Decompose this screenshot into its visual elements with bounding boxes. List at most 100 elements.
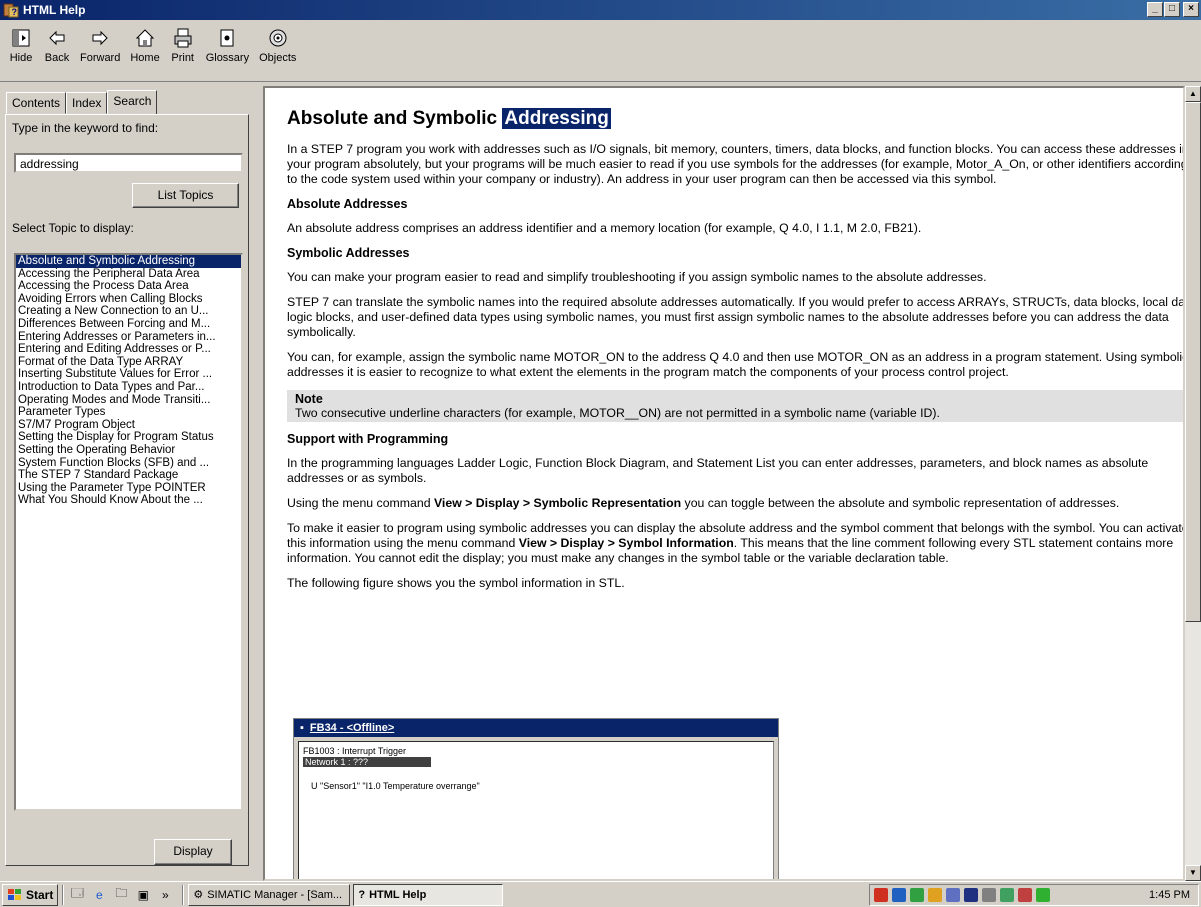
topic-item[interactable]: Entering and Editing Addresses or P...: [16, 343, 241, 356]
task-html-help[interactable]: ? HTML Help: [353, 883, 504, 906]
support-paragraph-1: In the programming languages Ladder Logi…: [287, 456, 1149, 485]
topic-item[interactable]: Using the Parameter Type POINTER: [16, 482, 241, 495]
support-paragraph-2: Using the menu command View > Display > …: [287, 496, 1183, 511]
minimize-button[interactable]: _: [1147, 2, 1163, 17]
menu-command: View > Display > Symbolic Representation: [433, 496, 682, 510]
figure-block: FB1003 : Interrupt Trigger: [303, 746, 407, 756]
back-arrow-icon: [44, 24, 70, 52]
symbolic-paragraph-2: STEP 7 can translate the symbolic names …: [287, 295, 1185, 339]
list-topics-button[interactable]: List Topics: [132, 183, 239, 208]
menu-command: View > Display > Symbol Information: [518, 536, 734, 550]
nav-tabs: Contents Index Search: [6, 90, 158, 114]
svg-text:?: ?: [12, 7, 18, 17]
tray-safe-remove-icon[interactable]: [1036, 888, 1050, 902]
figure-intro: The following figure shows you the symbo…: [287, 576, 625, 590]
browser-icon[interactable]: e: [90, 886, 108, 904]
scroll-thumb[interactable]: [1185, 102, 1201, 622]
printer-icon: [170, 24, 196, 52]
toolbar: Hide Back Forward Home Print Glossary Ob…: [0, 20, 1201, 82]
print-button[interactable]: Print: [170, 24, 196, 64]
help-book-icon: ?: [358, 888, 366, 901]
home-button[interactable]: Home: [130, 24, 160, 64]
figure-window-icon: ▪: [300, 722, 304, 734]
scroll-up-button[interactable]: ▲: [1185, 86, 1201, 102]
window-controls: _ □ ×: [1147, 2, 1199, 17]
navigation-pane: Contents Index Search Type in the keywor…: [0, 86, 257, 881]
explorer-icon[interactable]: 🗀: [112, 886, 130, 904]
topic-item[interactable]: What You Should Know About the ...: [16, 494, 241, 507]
back-button[interactable]: Back: [44, 24, 70, 64]
support-text: Using the menu command: [287, 496, 434, 510]
topic-item[interactable]: Setting the Display for Program Status: [16, 431, 241, 444]
glossary-button[interactable]: Glossary: [206, 24, 249, 64]
absolute-heading: Absolute Addresses: [287, 197, 408, 211]
topic-item[interactable]: Differences Between Forcing and M...: [16, 318, 241, 331]
task-simatic-manager[interactable]: ⚙ SIMATIC Manager - [Sam...: [188, 883, 351, 906]
back-label: Back: [44, 52, 70, 64]
system-tray: 1:45 PM: [869, 884, 1199, 906]
objects-label: Objects: [259, 52, 297, 64]
topic-item[interactable]: Format of the Data Type ARRAY: [16, 356, 241, 369]
tray-network-icon[interactable]: [892, 888, 906, 902]
topic-item[interactable]: Parameter Types: [16, 406, 241, 419]
tab-contents[interactable]: Contents: [6, 92, 67, 114]
topic-item[interactable]: Inserting Substitute Values for Error ..…: [16, 368, 241, 381]
scroll-down-button[interactable]: ▼: [1185, 865, 1201, 881]
tab-search[interactable]: Search: [107, 90, 158, 114]
taskbar-divider: [62, 884, 65, 905]
tray-volume-icon[interactable]: [982, 888, 996, 902]
tray-antivirus-icon[interactable]: [874, 888, 888, 902]
support-text: you can toggle between the absolute and …: [681, 496, 1120, 510]
objects-button[interactable]: Objects: [259, 24, 296, 64]
keyword-input[interactable]: addressing: [14, 153, 243, 173]
tray-device-icon[interactable]: [1000, 888, 1014, 902]
tray-app-icon[interactable]: [928, 888, 942, 902]
quicklaunch-more-button[interactable]: »: [156, 886, 174, 904]
symbolic-paragraph-3: You can, for example, assign the symboli…: [287, 350, 1185, 379]
forward-button[interactable]: Forward: [80, 24, 120, 64]
forward-label: Forward: [80, 52, 121, 64]
topic-item[interactable]: Operating Modes and Mode Transiti...: [16, 394, 241, 407]
show-desktop-icon[interactable]: 🗔: [68, 886, 86, 904]
glossary-label: Glossary: [205, 52, 250, 64]
symbolic-paragraph-1: You can make your program easier to read…: [287, 270, 987, 284]
glossary-icon: [214, 24, 240, 52]
search-panel: Type in the keyword to find: addressing …: [5, 114, 249, 866]
topic-item[interactable]: Absolute and Symbolic Addressing: [16, 255, 241, 268]
topic-item[interactable]: Setting the Operating Behavior: [16, 444, 241, 457]
taskbar-divider: [182, 884, 185, 905]
topic-list[interactable]: Absolute and Symbolic Addressing Accessi…: [14, 253, 243, 811]
topic-content: Absolute and Symbolic Addressing In a ST…: [263, 86, 1185, 881]
topic-item[interactable]: Accessing the Peripheral Data Area: [16, 268, 241, 281]
topic-item[interactable]: Accessing the Process Data Area: [16, 280, 241, 293]
tray-update-icon[interactable]: [910, 888, 924, 902]
help-book-icon: ?: [3, 3, 19, 18]
topic-item[interactable]: System Function Blocks (SFB) and ...: [16, 457, 241, 470]
hide-button[interactable]: Hide: [8, 24, 34, 64]
figure-network: Network 1 : ???: [303, 757, 431, 767]
start-button[interactable]: Start: [2, 883, 59, 906]
display-button[interactable]: Display: [154, 839, 232, 865]
title-bar[interactable]: ? HTML Help _ □ ×: [0, 0, 1201, 20]
figure-body: FB1003 : Interrupt Trigger Network 1 : ?…: [298, 741, 774, 879]
media-icon[interactable]: ▣: [134, 886, 152, 904]
topic-item[interactable]: Entering Addresses or Parameters in...: [16, 331, 241, 344]
print-label: Print: [171, 52, 194, 64]
topic-item[interactable]: S7/M7 Program Object: [16, 419, 241, 432]
vertical-scrollbar[interactable]: ▲ ▼: [1185, 86, 1201, 881]
absolute-paragraph: An absolute address comprises an address…: [287, 221, 922, 235]
task-label: SIMATIC Manager - [Sam...: [207, 888, 343, 901]
tab-index[interactable]: Index: [66, 92, 108, 114]
support-paragraph-3: To make it easier to program using symbo…: [287, 521, 1183, 566]
maximize-button[interactable]: □: [1164, 2, 1180, 17]
topic-item[interactable]: Avoiding Errors when Calling Blocks: [16, 293, 241, 306]
topic-item[interactable]: The STEP 7 Standard Package: [16, 469, 241, 482]
note-box: Note Two consecutive underline character…: [287, 390, 1183, 422]
topic-item[interactable]: Introduction to Data Types and Par...: [16, 381, 241, 394]
tray-alert-icon[interactable]: [1018, 888, 1032, 902]
topic-item[interactable]: Creating a New Connection to an U...: [16, 305, 241, 318]
tray-language-icon[interactable]: [946, 888, 960, 902]
close-button[interactable]: ×: [1183, 2, 1199, 17]
home-icon: [132, 24, 158, 52]
tray-input-icon[interactable]: [964, 888, 978, 902]
